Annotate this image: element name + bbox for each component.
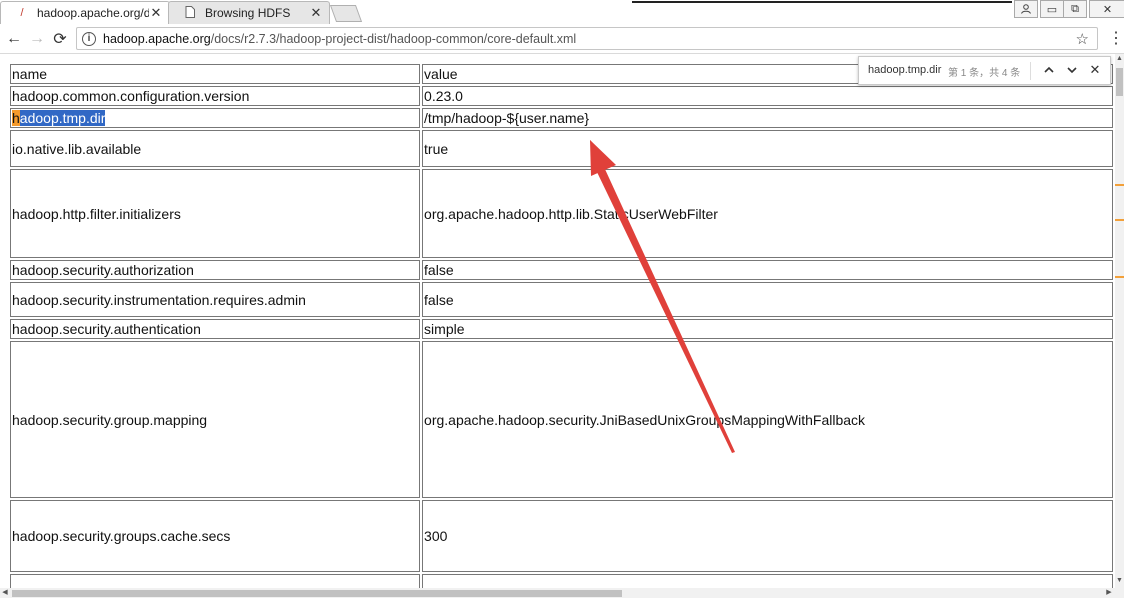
property-name: hadoop.security.instrumentation.requires… [10,282,421,317]
find-match-count: 第 1 条，共 4 条 [948,68,1021,79]
forward-arrow-icon[interactable]: → [27,29,47,49]
property-name: io.native.lib.available [10,130,421,167]
chevron-up-icon[interactable] [1041,61,1057,79]
horizontal-scrollbar[interactable]: ◀ ▶ [0,588,1124,598]
tab-browsing-hdfs[interactable]: Browsing HDFS ✕ [168,1,330,24]
property-name: hadoop.http.filter.initializers [10,169,421,258]
property-name-highlighted: hadoop.tmp.dir [10,108,421,128]
config-table: name value hadoop.common.configuration.v… [8,62,1115,588]
page-content: name value hadoop.common.configuration.v… [0,54,1115,588]
table-row: hadoop.http.filter.initializers org.apac… [10,169,1113,258]
property-value: 0.23.0 [422,86,1113,106]
tab-active[interactable]: / hadoop.apache.org/dc ✕ [0,1,170,24]
tab-title: Browsing HDFS [205,6,291,20]
back-arrow-icon[interactable]: ← [4,29,24,49]
tab-title: hadoop.apache.org/dc [37,6,149,20]
find-bar: hadoop.tmp.dir 第 1 条，共 4 条 ✕ [858,56,1111,85]
url-host: hadoop.apache.org [103,31,211,46]
find-divider [1030,62,1031,80]
table-row [10,574,1113,588]
find-input[interactable]: hadoop.tmp.dir [868,64,941,76]
minimize-icon[interactable]: ▭ [1040,0,1064,18]
table-row: hadoop.security.instrumentation.requires… [10,282,1113,317]
new-tab-button[interactable] [329,5,363,22]
selected-text: adoop.tmp.dir [19,110,106,126]
url-path: /docs/r2.7.3/hadoop-project-dist/hadoop-… [210,31,577,46]
property-name: hadoop.security.group.mapping [10,341,421,498]
table-row: hadoop.tmp.dir /tmp/hadoop-${user.name} [10,108,1113,128]
table-row: hadoop.security.groups.cache.secs 300 [10,500,1113,572]
header-name: name [10,64,421,84]
reload-icon[interactable]: ⟳ [50,29,70,49]
scroll-down-icon[interactable]: ▼ [1115,576,1124,586]
match-marker [1115,184,1124,186]
maximize-icon[interactable]: ⧉ [1063,0,1087,18]
window-close-icon[interactable]: ✕ [1089,0,1124,18]
property-value: org.apache.hadoop.security.JniBasedUnixG… [422,341,1113,498]
scroll-up-icon[interactable]: ▲ [1115,54,1124,64]
match-marker [1115,219,1124,221]
scroll-left-icon[interactable]: ◀ [0,588,10,598]
vertical-scrollbar[interactable]: ▲ ▼ [1115,54,1124,588]
table-row: hadoop.security.group.mapping org.apache… [10,341,1113,498]
close-tab-icon[interactable]: ✕ [309,5,323,21]
table-row: hadoop.security.authorization false [10,260,1113,280]
browser-toolbar: ← → ⟳ i hadoop.apache.org/docs/r2.7.3/ha… [0,25,1124,54]
property-name: hadoop.common.configuration.version [10,86,421,106]
chevron-down-icon[interactable] [1064,61,1080,79]
property-value: org.apache.hadoop.http.lib.StaticUserWeb… [422,169,1113,258]
table-row: hadoop.security.authentication simple [10,319,1113,339]
property-value: false [422,260,1113,280]
three-dots-icon[interactable]: ⋮ [1108,29,1124,49]
property-name: hadoop.security.groups.cache.secs [10,500,421,572]
property-value: true [422,130,1113,167]
property-name [10,574,421,588]
user-icon[interactable] [1014,0,1038,18]
info-icon[interactable]: i [82,31,96,46]
close-icon[interactable]: ✕ [1087,61,1103,79]
close-tab-icon[interactable]: ✕ [149,5,163,21]
table-row: io.native.lib.available true [10,130,1113,167]
property-name: hadoop.security.authentication [10,319,421,339]
star-icon[interactable]: ☆ [1076,30,1089,48]
hadoop-favicon-icon: / [20,7,24,19]
match-marker [1115,276,1124,278]
page-icon [183,5,197,21]
current-match-char: h [12,110,20,126]
vertical-scroll-thumb[interactable] [1116,68,1123,96]
horizontal-scroll-thumb[interactable] [12,590,622,597]
property-value: /tmp/hadoop-${user.name} [422,108,1113,128]
table-row: hadoop.common.configuration.version 0.23… [10,86,1113,106]
scroll-right-icon[interactable]: ▶ [1104,588,1114,598]
property-value [422,574,1113,588]
property-name: hadoop.security.authorization [10,260,421,280]
property-value: simple [422,319,1113,339]
tab-strip: / hadoop.apache.org/dc ✕ Browsing HDFS ✕… [0,0,1124,25]
property-value: false [422,282,1113,317]
property-value: 300 [422,500,1113,572]
address-bar[interactable]: i hadoop.apache.org/docs/r2.7.3/hadoop-p… [76,27,1098,50]
window-edge [632,1,1012,3]
